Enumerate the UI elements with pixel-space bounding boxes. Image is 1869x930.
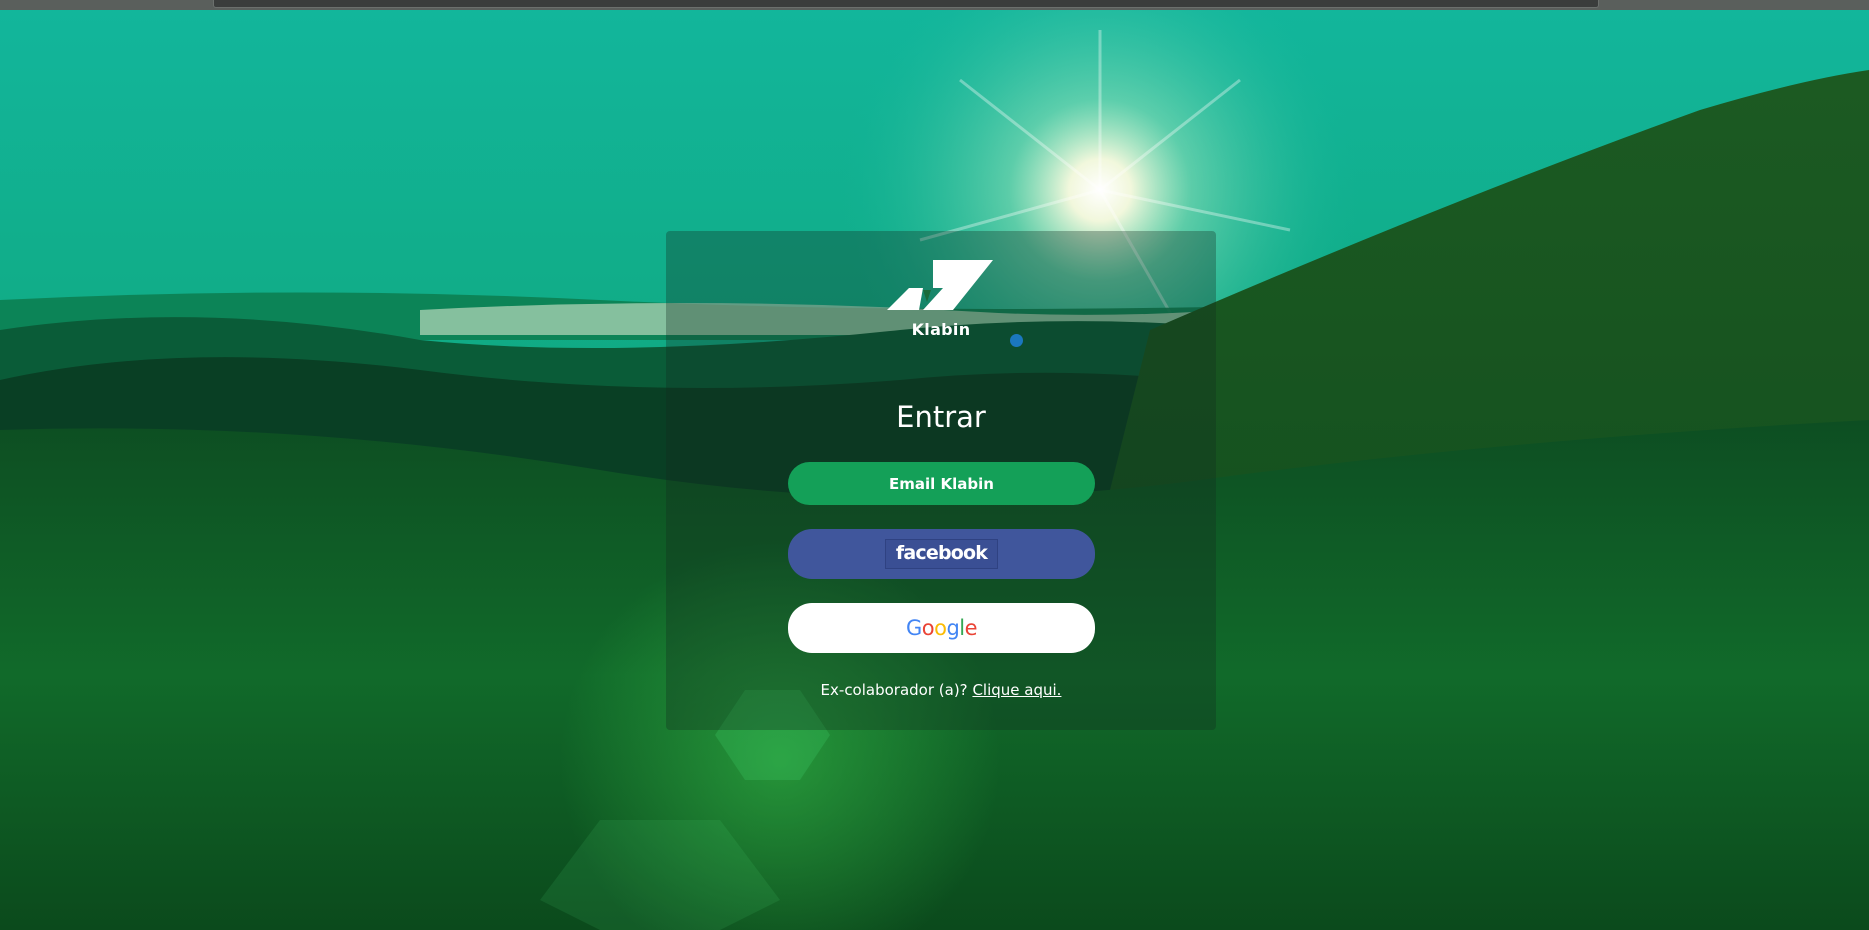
address-bar[interactable] <box>213 0 1599 8</box>
login-heading: Entrar <box>896 400 986 434</box>
facebook-login-button[interactable]: facebook <box>788 529 1095 579</box>
former-employee-line: Ex-colaborador (a)? Clique aqui. <box>666 681 1216 699</box>
logo-name: Klabin <box>911 320 971 339</box>
google-login-button[interactable]: Google <box>788 603 1095 653</box>
klabin-logo-icon <box>887 260 993 310</box>
lens-flare-dot <box>1010 334 1023 347</box>
google-wordmark: Google <box>905 616 978 640</box>
klabin-logo: Klabin <box>885 258 997 342</box>
email-klabin-button[interactable]: Email Klabin <box>788 462 1095 505</box>
browser-top-strip <box>0 0 1869 10</box>
email-klabin-label: Email Klabin <box>889 474 994 493</box>
facebook-wordmark: facebook <box>884 539 999 569</box>
login-page: Klabin Entrar Email Klabin facebook Goog… <box>0 0 1869 930</box>
former-employee-link[interactable]: Clique aqui. <box>972 681 1061 699</box>
former-employee-prompt: Ex-colaborador (a)? <box>820 681 968 699</box>
